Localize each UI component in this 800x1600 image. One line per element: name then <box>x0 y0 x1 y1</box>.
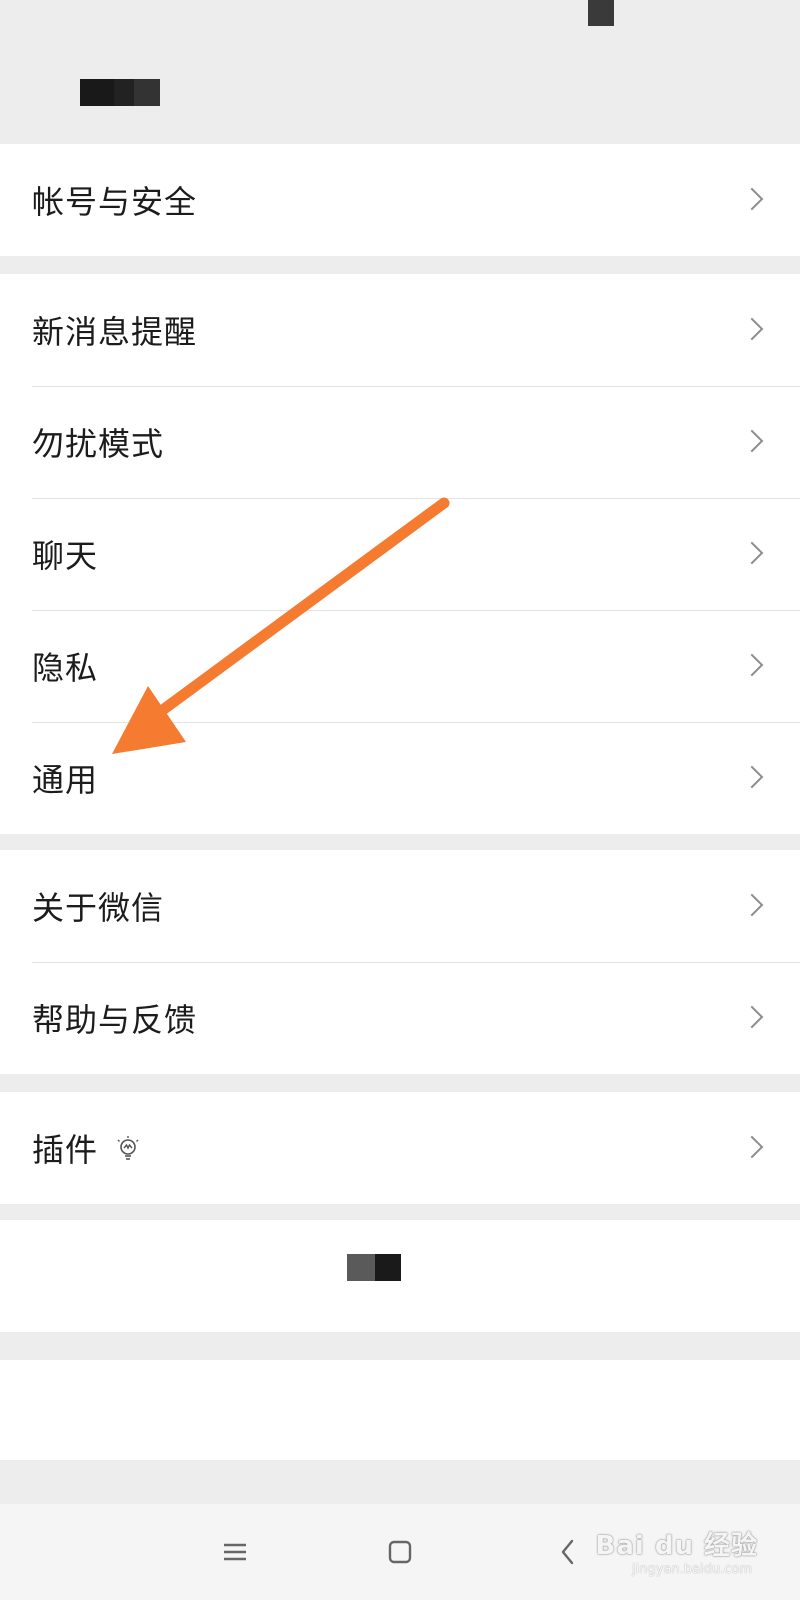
home-icon <box>388 1540 412 1564</box>
settings-item-about-wechat[interactable]: 关于微信 <box>0 850 800 962</box>
chevron-right-icon <box>740 893 764 917</box>
back-button[interactable] <box>538 1524 598 1580</box>
watermark-url: jingyan.baidu.com <box>632 1562 752 1577</box>
settings-item-notifications[interactable]: 新消息提醒 <box>0 274 800 386</box>
settings-item-plugins[interactable]: 插件 <box>0 1092 800 1204</box>
menu-button[interactable] <box>205 1524 265 1580</box>
page-title-redacted <box>80 79 160 106</box>
settings-item-label: 聊天 <box>32 537 99 575</box>
chevron-right-icon <box>740 1005 764 1029</box>
settings-item-label: 帐号与安全 <box>32 183 198 221</box>
chevron-right-icon <box>740 429 764 453</box>
settings-item-label: 勿扰模式 <box>32 425 165 463</box>
chevron-right-icon <box>740 653 764 677</box>
settings-group-plugins: 插件 <box>0 1092 800 1204</box>
redacted-label <box>347 1254 401 1281</box>
settings-item-label: 新消息提醒 <box>32 313 198 351</box>
chevron-right-icon <box>740 317 764 341</box>
home-button[interactable] <box>370 1524 430 1580</box>
header <box>0 0 800 132</box>
lightbulb-icon <box>115 1135 141 1161</box>
settings-group-main: 新消息提醒 勿扰模式 聊天 隐私 通用 <box>0 274 800 834</box>
settings-item-chat[interactable]: 聊天 <box>0 498 800 610</box>
chevron-right-icon <box>740 765 764 789</box>
settings-item-label: 隐私 <box>32 649 99 687</box>
chevron-right-icon <box>740 1135 764 1159</box>
settings-item-label: 插件 <box>32 1131 99 1169</box>
settings-item-privacy[interactable]: 隐私 <box>0 610 800 722</box>
chevron-right-icon <box>740 187 764 211</box>
settings-item-general[interactable]: 通用 <box>0 722 800 834</box>
settings-item-account-security[interactable]: 帐号与安全 <box>0 144 800 256</box>
status-bar-redacted <box>588 0 614 26</box>
settings-item-label: 关于微信 <box>32 889 165 927</box>
settings-item-label: 帮助与反馈 <box>32 1001 198 1039</box>
settings-item-label: 通用 <box>32 761 99 799</box>
settings-item-do-not-disturb[interactable]: 勿扰模式 <box>0 386 800 498</box>
settings-group-account: 帐号与安全 <box>0 144 800 256</box>
settings-item-help-feedback[interactable]: 帮助与反馈 <box>0 962 800 1074</box>
menu-icon <box>224 1543 246 1561</box>
settings-group-about: 关于微信 帮助与反馈 <box>0 850 800 1074</box>
settings-screen: 帐号与安全 新消息提醒 勿扰模式 聊天 隐私 通用 关于微信 帮助与反馈 插件 … <box>0 0 800 1600</box>
blank-panel <box>0 1360 800 1460</box>
back-icon <box>561 1539 574 1565</box>
chevron-right-icon <box>740 541 764 565</box>
watermark-brand: Bai du 经验 <box>595 1531 758 1561</box>
